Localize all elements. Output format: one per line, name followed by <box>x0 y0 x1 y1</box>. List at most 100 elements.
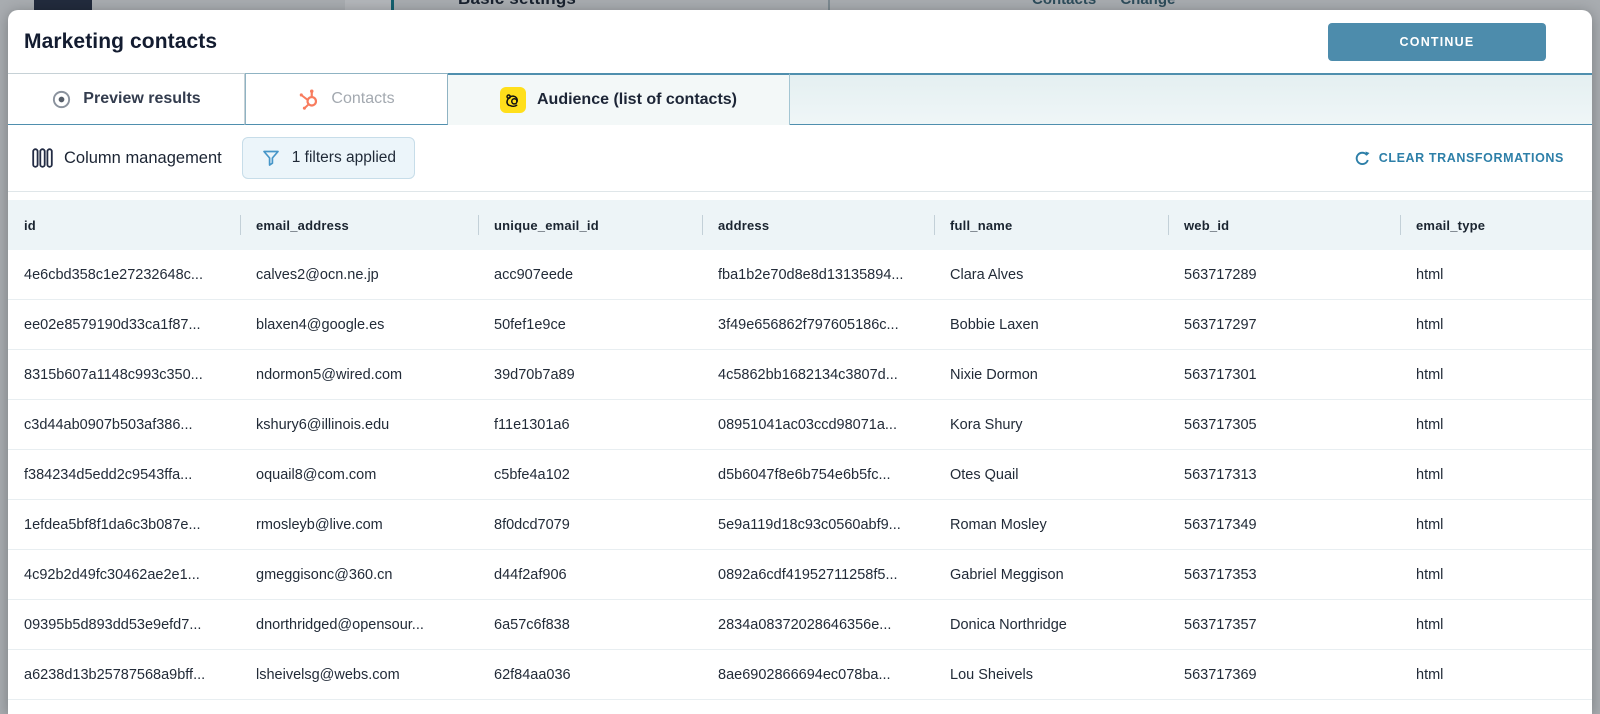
table-cell: 8ae6902866694ec078ba... <box>718 666 891 683</box>
tab-label-preview-results: Preview results <box>83 90 201 107</box>
table-cell: 563717297 <box>1184 316 1257 333</box>
clear-transformations-label: CLEAR TRANSFORMATIONS <box>1378 151 1564 165</box>
table-cell: Donica Northridge <box>950 616 1067 633</box>
filter-funnel-icon <box>261 148 281 168</box>
table-cell: html <box>1416 316 1444 333</box>
table-cell: blaxen4@google.es <box>256 316 385 333</box>
tab-contacts[interactable]: Contacts <box>245 73 448 125</box>
table-cell: Gabriel Meggison <box>950 566 1064 583</box>
table-cell: html <box>1416 566 1444 583</box>
table-cell: Roman Mosley <box>950 516 1047 533</box>
table-cell: 8f0dcd7079 <box>494 516 570 533</box>
columns-icon <box>32 148 53 168</box>
table-row: 4e6cbd358c1e27232648c... calves2@ocn.ne.j… <box>8 250 1592 300</box>
tab-bar-filler <box>790 73 1592 125</box>
tab-label-contacts: Contacts <box>331 90 395 107</box>
table-cell: 3f49e656862f797605186c... <box>718 316 899 333</box>
table-cell: 563717349 <box>1184 516 1257 533</box>
table-cell: html <box>1416 616 1444 633</box>
table-cell: 09395b5d893dd53e9efd7... <box>24 616 202 633</box>
tab-preview-results[interactable]: Preview results <box>8 73 245 125</box>
column-header-full_name: full_name <box>934 200 1168 250</box>
table-cell: f384234d5edd2c9543ffa... <box>24 466 193 483</box>
table-cell: Kora Shury <box>950 416 1023 433</box>
table-cell: 563717357 <box>1184 616 1257 633</box>
table-cell: 4e6cbd358c1e27232648c... <box>24 266 203 283</box>
table-cell: fba1b2e70d8e8d13135894... <box>718 266 904 283</box>
table-cell: 0892a6cdf41952711258f5... <box>718 566 898 583</box>
contacts-table: id email_address unique_email_id address ful… <box>8 200 1592 714</box>
table-cell: html <box>1416 266 1444 283</box>
table-cell: Bobbie Laxen <box>950 316 1039 333</box>
tab-audience[interactable]: Audience (list of contacts) <box>448 73 790 125</box>
column-management-button[interactable]: Column management <box>24 140 230 176</box>
table-cell: 2834a08372028646356e... <box>718 616 892 633</box>
table-cell: Clara Alves <box>950 266 1024 283</box>
continue-button[interactable]: CONTINUE <box>1328 22 1546 61</box>
table-cell: html <box>1416 666 1444 683</box>
table-cell: Lou Sheivels <box>950 666 1034 683</box>
background-panel-fragment <box>345 0 391 10</box>
column-header-unique_email_id: unique_email_id <box>478 200 702 250</box>
table-cell: ee02e8579190d33ca1f87... <box>24 316 201 333</box>
background-contacts-change-links: Contacts Change <box>1032 0 1175 8</box>
table-cell: f11e1301a6 <box>494 416 570 433</box>
table-body: 4e6cbd358c1e27232648c... calves2@ocn.ne.j… <box>8 250 1592 700</box>
background-basic-settings-label: Basic settings <box>458 0 576 9</box>
hubspot-icon <box>298 88 320 110</box>
table-cell: 8315b607a1148c993c350... <box>24 366 203 383</box>
table-cell: gmeggisonc@360.cn <box>256 566 393 583</box>
table-cell: 39d70b7a89 <box>494 366 575 383</box>
refresh-icon <box>1354 150 1371 167</box>
table-cell: 4c5862bb1682134c3807d... <box>718 366 898 383</box>
table-cell: rmosleyb@live.com <box>256 516 383 533</box>
column-header-email_address: email_address <box>240 200 478 250</box>
table-cell: ndormon5@wired.com <box>256 366 403 383</box>
table-cell: 62f84aa036 <box>494 666 571 683</box>
table-cell: d5b6047f8e6b754e6b5fc... <box>718 466 891 483</box>
table-cell: acc907eede <box>494 266 574 283</box>
filters-applied-button[interactable]: 1 filters applied <box>241 137 416 179</box>
modal-header: Marketing contacts CONTINUE <box>8 10 1592 73</box>
table-cell: dnorthridged@opensour... <box>256 616 424 633</box>
table-cell: html <box>1416 516 1444 533</box>
column-management-label: Column management <box>64 148 222 167</box>
preview-eye-icon <box>51 89 72 110</box>
table-cell: calves2@ocn.ne.jp <box>256 266 379 283</box>
column-header-email_type: email_type <box>1400 200 1592 250</box>
mailchimp-icon <box>499 87 526 113</box>
table-cell: a6238d13b25787568a9bff... <box>24 666 206 683</box>
tab-bar: Preview results Contacts Audience (list … <box>8 73 1592 125</box>
table-cell: c5bfe4a102 <box>494 466 570 483</box>
table-cell: 563717313 <box>1184 466 1257 483</box>
table-cell: 563717369 <box>1184 666 1257 683</box>
table-row: ee02e8579190d33ca1f87... blaxen4@google.e… <box>8 300 1592 350</box>
table-row: 4c92b2d49fc30462ae2e1... gmeggisonc@360.c… <box>8 550 1592 600</box>
table-row: a6238d13b25787568a9bff... lsheivelsg@webs… <box>8 650 1592 700</box>
table-row: 09395b5d893dd53e9efd7... dnorthridged@ope… <box>8 600 1592 650</box>
table-row: f384234d5edd2c9543ffa... oquail8@com.com c… <box>8 450 1592 500</box>
table-row: 1efdea5bf8f1da6c3b087e... rmosleyb@live.c… <box>8 500 1592 550</box>
tab-label-audience: Audience (list of contacts) <box>536 91 738 108</box>
background-step-fragment <box>34 0 92 10</box>
table-cell: html <box>1416 466 1444 483</box>
table-cell: 563717353 <box>1184 566 1257 583</box>
page-title: Marketing contacts <box>24 29 218 53</box>
table-cell: html <box>1416 416 1444 433</box>
table-cell: 563717301 <box>1184 366 1257 383</box>
table-cell: 6a57c6f838 <box>494 616 570 633</box>
table-cell: Nixie Dormon <box>950 366 1038 383</box>
table-cell: 5e9a119d18c93c0560abf9... <box>718 516 901 533</box>
table-cell: 4c92b2d49fc30462ae2e1... <box>24 566 200 583</box>
table-cell: lsheivelsg@webs.com <box>256 666 400 683</box>
column-header-address: address <box>702 200 934 250</box>
table-row: c3d44ab0907b503af386... kshury6@illinois.… <box>8 400 1592 450</box>
table-cell: c3d44ab0907b503af386... <box>24 416 193 433</box>
background-divider <box>391 0 394 10</box>
table-row: 8315b607a1148c993c350... ndormon5@wired.c… <box>8 350 1592 400</box>
clear-transformations-button[interactable]: CLEAR TRANSFORMATIONS <box>1354 150 1564 167</box>
table-header-row: id email_address unique_email_id address ful… <box>8 200 1592 250</box>
table-cell: kshury6@illinois.edu <box>256 416 390 433</box>
table-cell: d44f2af906 <box>494 566 567 583</box>
table-cell: Otes Quail <box>950 466 1019 483</box>
